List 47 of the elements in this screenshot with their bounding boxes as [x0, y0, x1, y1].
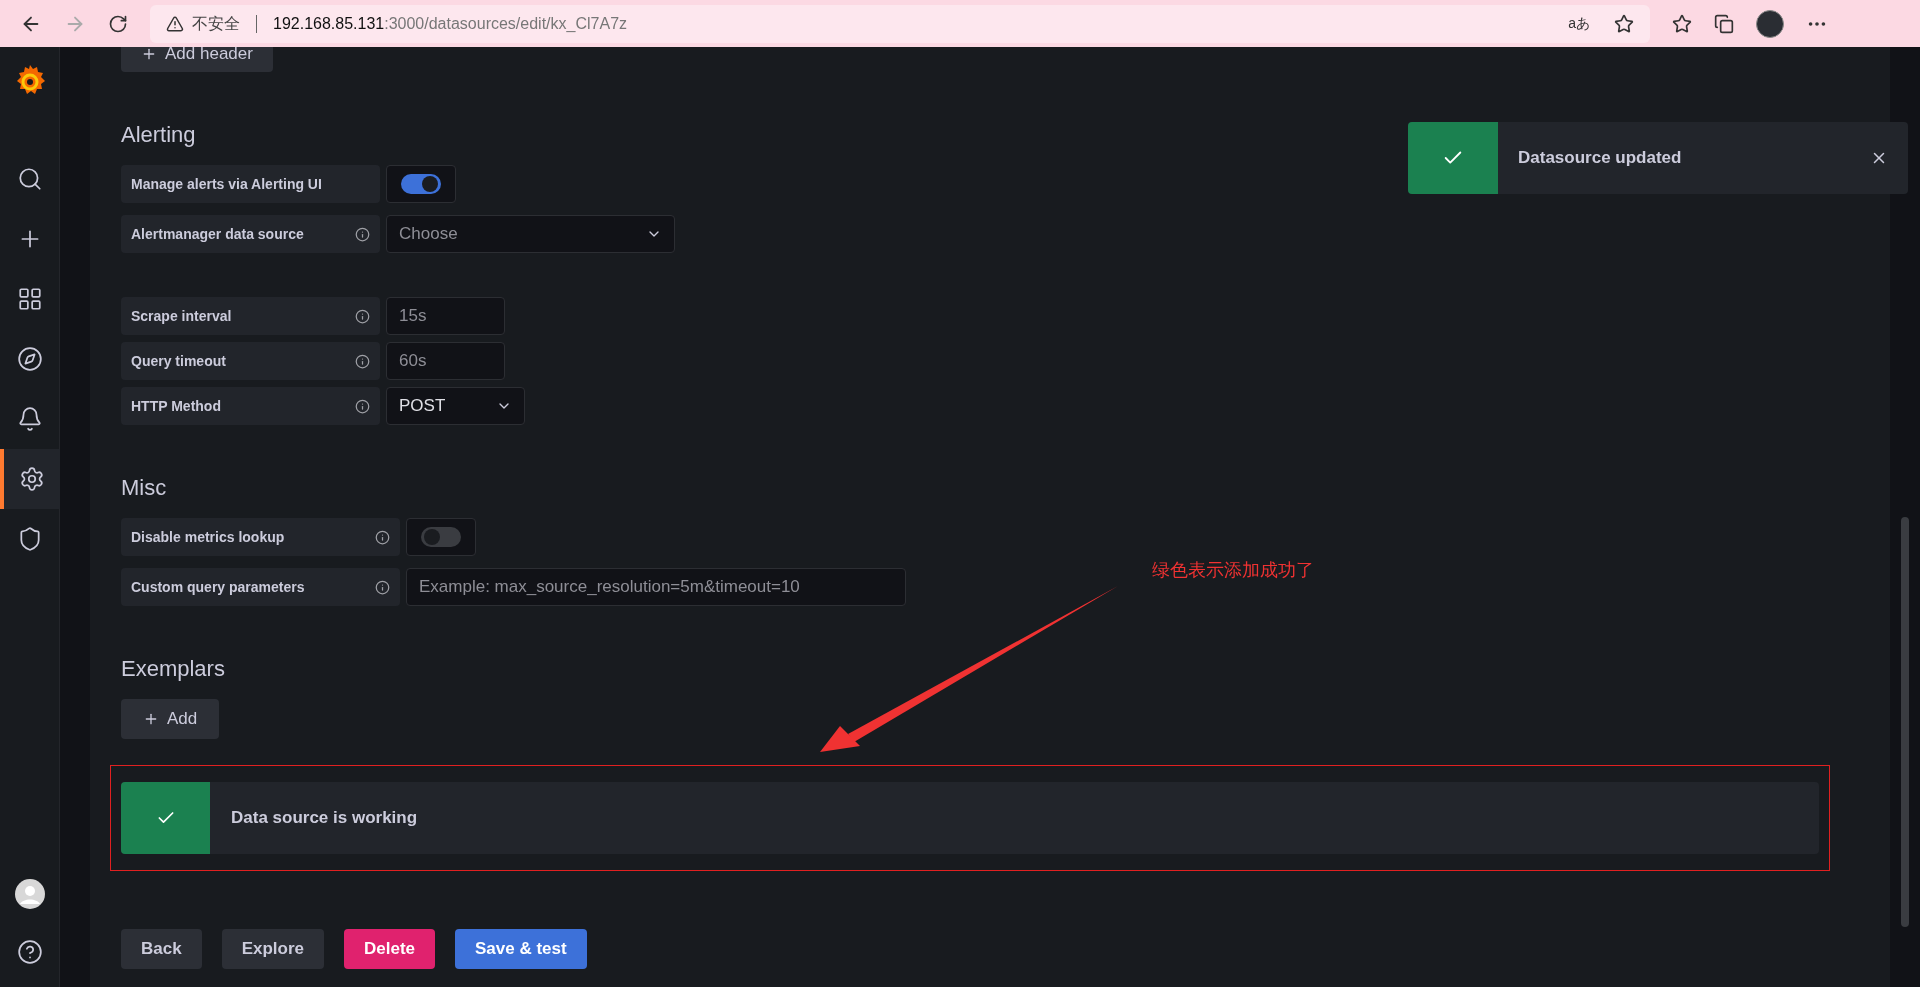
action-button[interactable]: Back	[121, 929, 202, 969]
help-icon[interactable]	[16, 939, 43, 965]
scrollbar-thumb[interactable]	[1901, 517, 1909, 927]
toggle-switch[interactable]	[406, 518, 476, 556]
field-label: HTTP Method	[131, 396, 221, 416]
add-favorite-icon[interactable]	[1614, 13, 1634, 34]
toggle-switch[interactable]	[386, 165, 456, 203]
input-field[interactable]: Example: max_source_resolution=5m&timeout=10	[406, 568, 906, 606]
settings-icon	[18, 466, 45, 492]
address-bar[interactable]: 不安全 192.168.85.131:3000/datasources/edit/kx_Cl7A7z aあ	[150, 4, 1650, 43]
url-text: 192.168.85.131:3000/datasources/edit/kx_Cl7A7z	[273, 13, 628, 34]
profile-avatar[interactable]	[1756, 9, 1784, 38]
toast-text: Datasource updated	[1518, 147, 1683, 170]
plus-icon	[143, 711, 159, 727]
action-button[interactable]: Delete	[344, 929, 436, 969]
reload-icon[interactable]	[108, 13, 128, 34]
add-button[interactable]: Add	[121, 699, 220, 739]
section-heading: Alerting	[121, 121, 197, 149]
favorites-icon[interactable]	[1672, 13, 1692, 34]
collections-icon[interactable]	[1714, 13, 1734, 34]
sidebar-item[interactable]	[0, 449, 60, 509]
section-heading: Exemplars	[121, 655, 226, 683]
grid-icon	[16, 286, 43, 312]
warning-icon	[166, 14, 184, 33]
field-label: Alertmanager data source	[131, 224, 304, 244]
select-field[interactable]: Choose	[386, 215, 675, 253]
input-field[interactable]: 15s	[386, 297, 505, 335]
field-label: Custom query parameters	[131, 577, 305, 597]
field-label: Disable metrics lookup	[131, 527, 285, 547]
alert-text: Data source is working	[231, 807, 418, 830]
translate-icon[interactable]: aあ	[1568, 13, 1590, 34]
search-icon	[16, 166, 43, 192]
add-header-button[interactable]: Add header	[121, 47, 273, 72]
input-field[interactable]: 60s	[386, 342, 505, 380]
section-heading: Misc	[121, 474, 168, 502]
action-button[interactable]: Explore	[221, 929, 324, 969]
security-label: 不安全	[192, 13, 240, 34]
bell-icon	[16, 406, 43, 432]
action-button[interactable]: Save & test	[455, 929, 587, 969]
field-label: Scrape interval	[131, 306, 232, 326]
annotation-text: 绿色表示添加成功了	[1152, 558, 1314, 582]
plus-icon	[141, 47, 157, 62]
user-avatar[interactable]	[14, 879, 45, 909]
select-field[interactable]: POST	[386, 387, 525, 425]
field-label: Query timeout	[131, 351, 226, 371]
field-label: Manage alerts via Alerting UI	[131, 174, 322, 194]
compass-icon	[16, 346, 43, 372]
